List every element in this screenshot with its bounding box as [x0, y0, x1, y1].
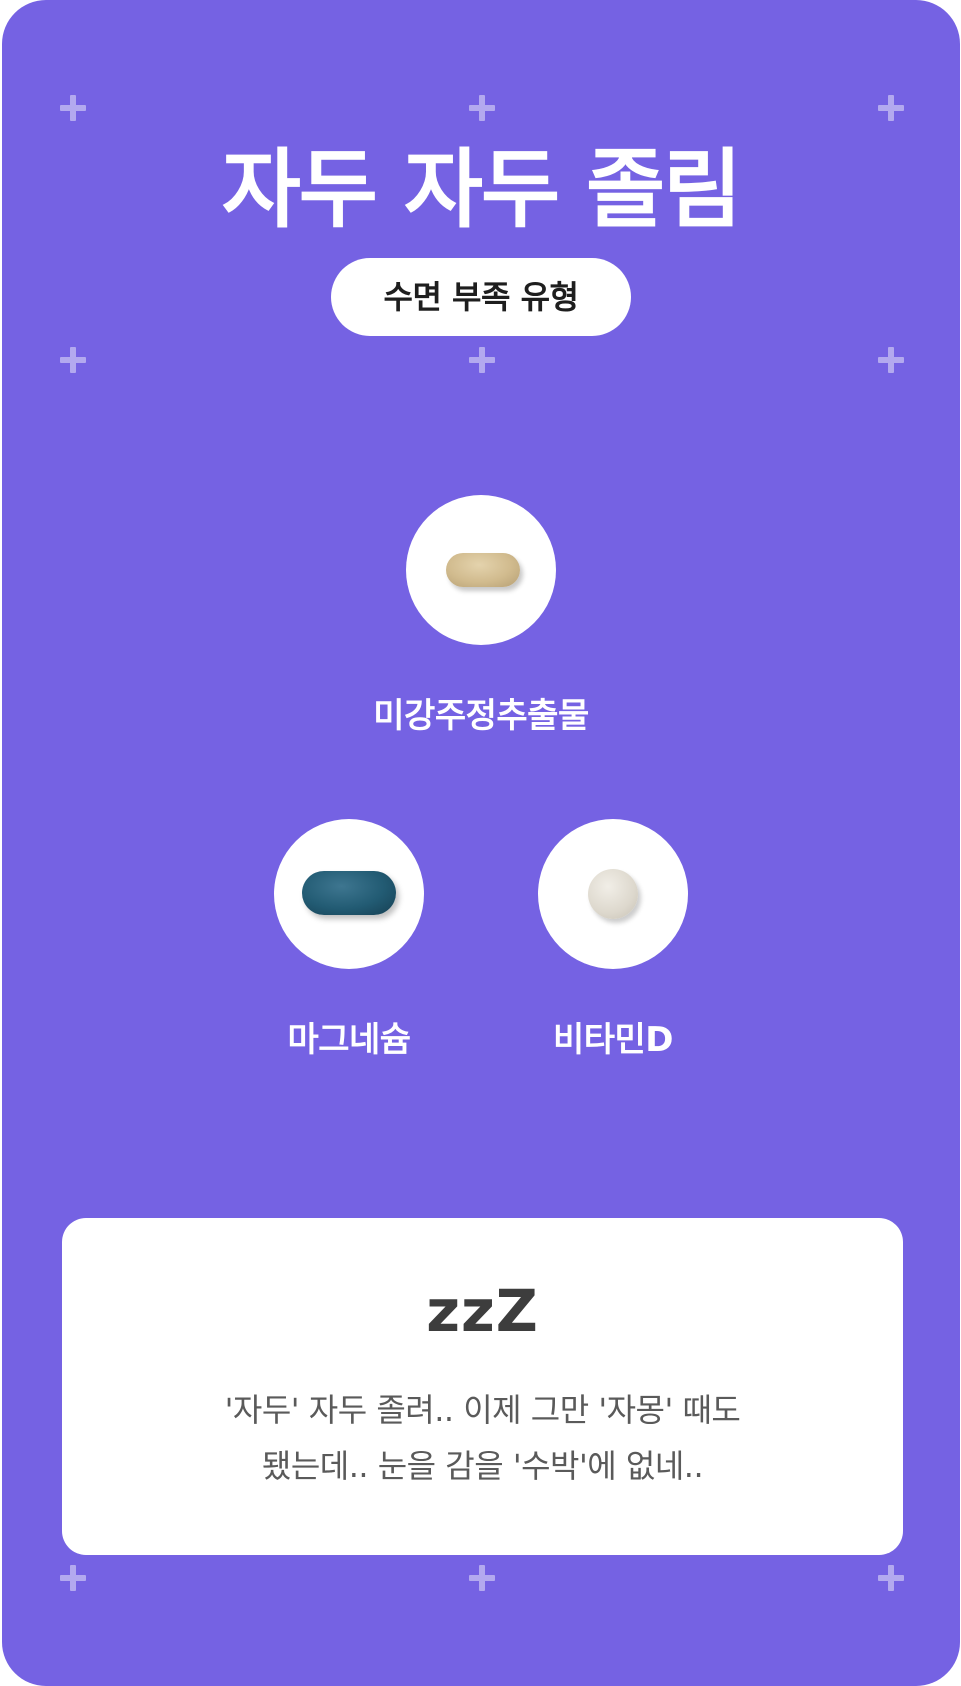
- plus-icon: [469, 95, 495, 121]
- message-line: '자두' 자두 졸려.. 이제 그만 '자몽' 때도: [224, 1391, 741, 1429]
- ingredient-circle: [406, 495, 556, 645]
- ingredient-label: 마그네슘: [287, 1020, 411, 1060]
- ingredient-label: 미강주정추출물: [373, 696, 589, 736]
- message-box: zzZ '자두' 자두 졸려.. 이제 그만 '자몽' 때도 됐는데.. 눈을 …: [62, 1218, 903, 1555]
- round-tablet-icon: [588, 869, 638, 919]
- plus-icon: [878, 347, 904, 373]
- plus-icon: [469, 1565, 495, 1591]
- plus-icon: [60, 1565, 86, 1591]
- plus-icon: [469, 347, 495, 373]
- ingredient-label: 비타민D: [552, 1020, 674, 1060]
- plus-icon: [878, 1565, 904, 1591]
- oval-tablet-icon: [302, 871, 396, 915]
- result-title: 자두 자두 졸림: [221, 140, 743, 240]
- ingredient-circle: [538, 819, 688, 969]
- ingredient-circle: [274, 819, 424, 969]
- type-badge: 수면 부족 유형: [331, 258, 631, 336]
- plus-icon: [60, 347, 86, 373]
- message-line: 됐는데.. 눈을 감을 '수박'에 없네..: [261, 1447, 704, 1485]
- message-heading: zzZ: [426, 1277, 539, 1345]
- capsule-pill-icon: [446, 553, 520, 587]
- plus-icon: [878, 95, 904, 121]
- plus-icon: [60, 95, 86, 121]
- result-card: 자두 자두 졸림 수면 부족 유형 미강주정추출물 마그네슘 비타민D zzZ …: [2, 0, 960, 1686]
